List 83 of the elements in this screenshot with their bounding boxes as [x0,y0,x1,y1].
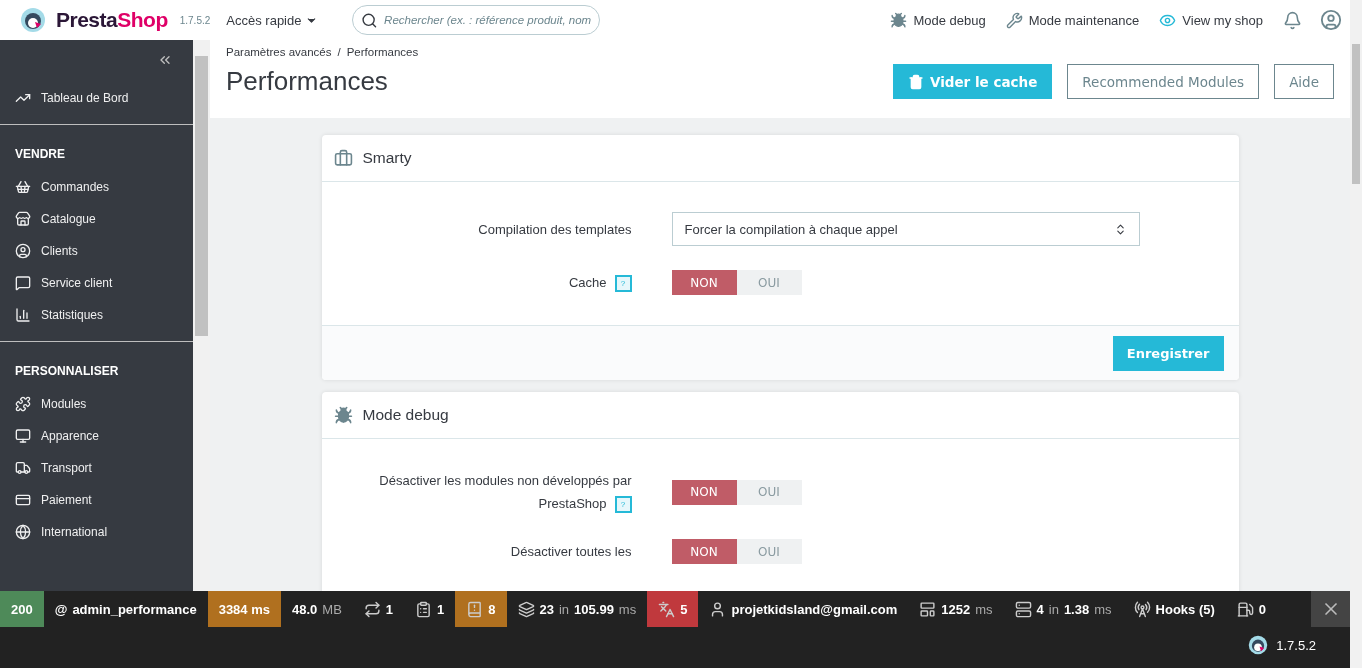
sidebar-section-title: PERSONNALISER [14,363,120,380]
sidebar-item[interactable]: Clients [0,235,193,267]
debug-item[interactable]: 1 [352,591,405,627]
version-label: 1.7.5.2 [1276,637,1316,653]
debug-item[interactable]: 1 [404,591,456,627]
field-label: Désactiver les modules non développés par PrestaShop ? [321,469,672,515]
debug-item[interactable]: 1252 ms [908,591,1004,627]
switch-option[interactable]: NON [671,539,737,564]
menu-icon [15,396,31,412]
menu-icon [15,428,31,444]
switch-option[interactable]: NON [671,270,737,295]
sidebar-item[interactable]: Service client [0,267,193,299]
menu-icon [15,307,31,323]
quick-access-menu[interactable]: Accès rapide [226,12,319,28]
template-icon [919,600,937,618]
brand-logo[interactable]: PrestaShop [56,8,168,32]
breadcrumb-separator: / [337,46,341,58]
scrollbar-thumb[interactable] [195,56,208,336]
field-label: Désactiver toutes les [509,543,633,561]
header-link[interactable]: Mode maintenance [1005,11,1140,29]
search-field[interactable]: Rechercher (ex. : référence produit, nom [384,14,592,26]
sidebar-item[interactable]: Apparence [0,420,193,452]
debug-item[interactable]: 23 in 105.99 ms [506,591,648,627]
debug-item[interactable]: @ admin_performance [43,591,208,627]
breadcrumb-link[interactable]: Performances [346,46,419,58]
menu-icon [15,275,31,291]
breadcrumb-link[interactable]: Paramètres avancés [226,46,332,58]
panel-icon [333,405,353,425]
header-link[interactable]: Mode debug [890,11,986,29]
page-title: Performances [226,66,389,97]
wrench-icon [1005,11,1023,29]
debug-item[interactable]: 4 in 1.38 ms [1003,591,1123,627]
debug-item[interactable]: projetkidsland@gmail.com [698,591,909,627]
menu-icon [15,524,31,540]
trash-icon [907,73,924,90]
sidebar-section-title: VENDRE [14,146,66,163]
logo-icon [1248,635,1269,655]
fuel-icon [1236,600,1254,618]
bell-icon[interactable] [1283,10,1302,30]
sidebar-item[interactable]: Statistiques [0,299,193,331]
logo-icon[interactable] [20,7,46,33]
debug-item[interactable]: 8 [455,591,507,627]
sidebar-item[interactable]: Commandes [0,171,193,203]
toolbar-button[interactable]: Aide [1274,64,1334,99]
debug-item[interactable]: 200 [0,591,44,627]
debug-item[interactable]: 5 [647,591,699,627]
field-label: Compilation des templates [477,220,633,239]
header-link[interactable]: View my shop [1159,11,1263,29]
select-field[interactable]: Forcer la compilation à chaque appel [671,212,1140,246]
menu-icon [15,460,31,476]
panel-title: Smarty [362,149,412,167]
cache-icon [1014,600,1032,618]
logs-icon [415,600,433,618]
menu-icon [15,243,31,259]
menu-icon [15,492,31,508]
menu-icon [15,211,31,227]
bug-icon [890,11,908,29]
switch-option[interactable]: NON [671,479,737,505]
database-icon [517,600,535,618]
sidebar-item[interactable]: Modules [0,388,193,420]
version-label: 1.7.5.2 [179,14,211,26]
sidebar-item[interactable]: Catalogue [0,203,193,235]
debug-item[interactable]: 3384 ms [207,591,281,627]
hooks-icon [1133,600,1151,618]
panel-title: Mode debug [362,406,449,424]
scrollbar-thumb[interactable] [1352,44,1360,184]
redirect-icon [363,600,381,618]
sidebar-item[interactable]: International [0,516,193,548]
field-label: Cache ? [321,271,672,294]
account-icon[interactable] [1320,9,1342,31]
translations-icon [658,600,676,618]
sidebar-item[interactable]: Tableau de Bord [0,82,193,114]
debug-item[interactable]: Hooks (5) [1122,591,1226,627]
sidebar-item[interactable]: Transport [0,452,193,484]
search-icon [361,11,379,29]
debug-item[interactable]: 48.0 MB [281,591,353,627]
panel-icon [333,148,353,168]
toolbar-button[interactable]: Recommended Modules [1067,64,1260,99]
menu-icon [15,179,31,195]
close-button[interactable] [1311,591,1350,627]
sidebar-item[interactable]: Paiement [0,484,193,516]
debug-item[interactable]: 0 [1225,591,1277,627]
notices-icon [466,600,484,618]
